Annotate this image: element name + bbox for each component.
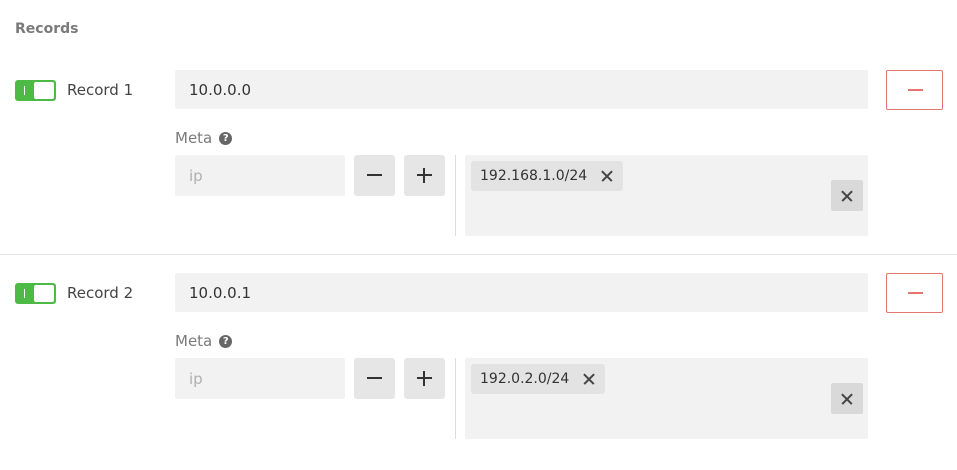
close-icon (840, 189, 854, 203)
ip-tag-label: 192.168.1.0/24 (480, 168, 588, 184)
close-icon[interactable] (583, 373, 595, 385)
minus-icon (367, 174, 382, 176)
ip-input[interactable] (175, 358, 345, 399)
ip-input[interactable] (175, 155, 345, 196)
clear-tags-button[interactable] (831, 180, 863, 211)
clear-tags-button[interactable] (831, 383, 863, 414)
record-enabled-toggle[interactable] (15, 80, 56, 101)
toggle-on-indicator (24, 289, 25, 298)
remove-record-button[interactable] (886, 70, 943, 110)
question-circle-icon[interactable]: ? (219, 334, 233, 348)
meta-label: Meta ? (175, 331, 233, 351)
remove-record-button[interactable] (886, 273, 943, 313)
section-title: Records (15, 21, 79, 37)
close-icon (840, 392, 854, 406)
vertical-divider (455, 358, 456, 439)
record-value-field[interactable]: 10.0.0.0 (175, 70, 868, 109)
minus-icon (908, 292, 923, 294)
ip-tag-label: 192.0.2.0/24 (480, 371, 570, 387)
increment-button[interactable] (404, 358, 445, 399)
minus-icon (367, 377, 382, 379)
record-label: Record 2 (67, 284, 134, 302)
record-divider (0, 254, 957, 255)
record-row: Record 1 10.0.0.0 Meta ? 192.168.1.0/24 (0, 69, 957, 269)
ip-tag: 192.168.1.0/24 (471, 161, 624, 191)
vertical-divider (455, 155, 456, 236)
question-circle-icon[interactable]: ? (219, 131, 233, 145)
records-page: Records Record 1 10.0.0.0 Meta ? 192.168… (0, 0, 957, 470)
minus-icon (908, 89, 923, 91)
meta-label-text: Meta (175, 332, 213, 350)
close-icon[interactable] (601, 170, 613, 182)
plus-icon (423, 168, 425, 183)
record-row: Record 2 10.0.0.1 Meta ? 192.0.2.0/24 (0, 272, 957, 470)
toggle-knob (34, 285, 54, 302)
meta-label-text: Meta (175, 129, 213, 147)
tags-input[interactable]: 192.168.1.0/24 (465, 155, 868, 236)
meta-label: Meta ? (175, 128, 233, 148)
plus-icon (423, 371, 425, 386)
decrement-button[interactable] (354, 358, 395, 399)
record-value-field[interactable]: 10.0.0.1 (175, 273, 868, 312)
decrement-button[interactable] (354, 155, 395, 196)
record-enabled-toggle[interactable] (15, 283, 56, 304)
toggle-knob (34, 82, 54, 99)
ip-tag: 192.0.2.0/24 (471, 364, 606, 394)
increment-button[interactable] (404, 155, 445, 196)
record-label: Record 1 (67, 81, 134, 99)
toggle-on-indicator (24, 86, 25, 95)
tags-input[interactable]: 192.0.2.0/24 (465, 358, 868, 439)
